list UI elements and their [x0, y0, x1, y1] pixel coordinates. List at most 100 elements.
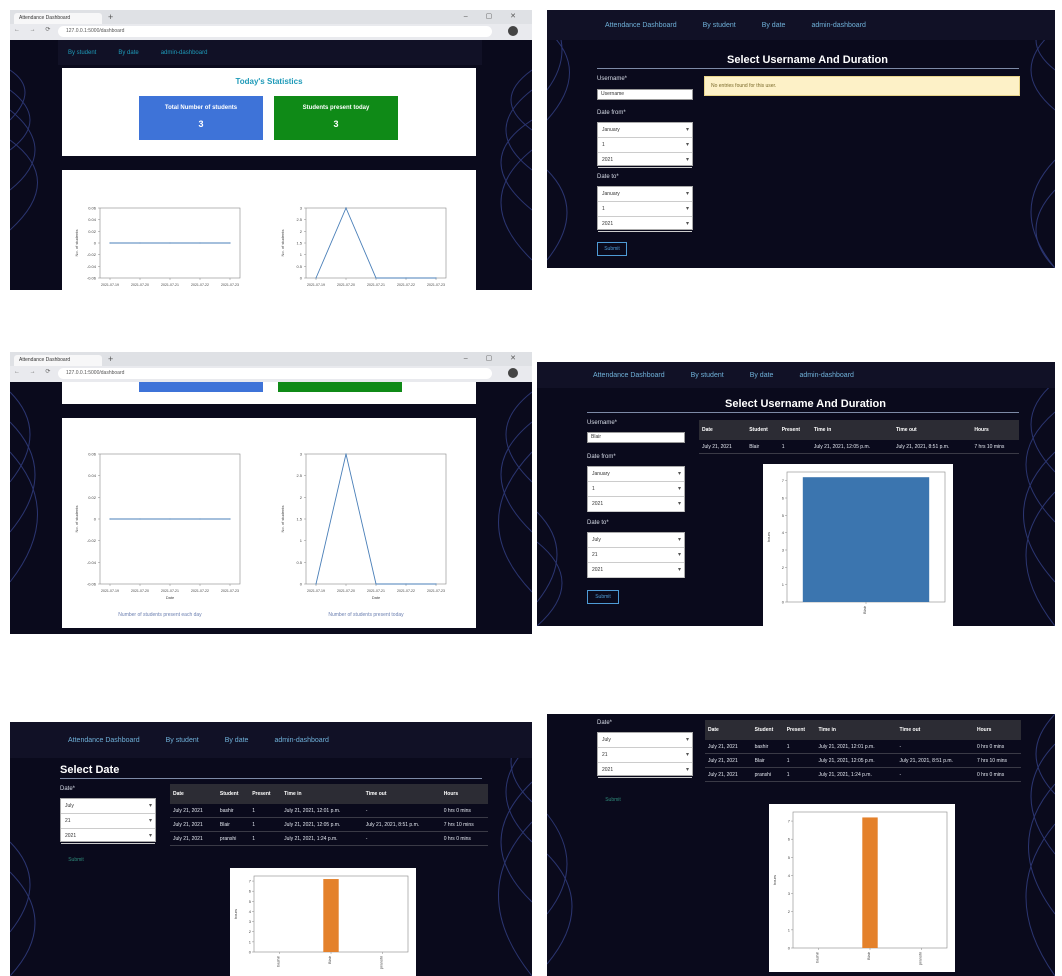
plot-area [305, 207, 447, 279]
table-cell: 0 hrs 0 mins [440, 831, 488, 846]
x-tick-label: 2021-07-22 [397, 589, 415, 593]
table-header-row: Date Student Present Time in Time out Hours [699, 420, 1019, 440]
table-cell: 1 [249, 804, 282, 818]
nav-brand[interactable]: Attendance Dashboard [593, 372, 665, 379]
nav-admin[interactable]: admin-dashboard [161, 50, 208, 56]
data-point [435, 583, 437, 585]
date-select[interactable]: July 21 2021 [60, 798, 156, 844]
nav-brand[interactable]: Attendance Dashboard [605, 22, 677, 29]
panel-dashboard-charts: Attendance Dashboard + – ▢ ✕ ← → ⟳ 127.0… [10, 352, 532, 634]
attendance-table: Date Student Present Time in Time out Hours J… [705, 720, 1021, 782]
username-input[interactable]: Blair [587, 432, 685, 443]
nav-admin[interactable]: admin-dashboard [274, 737, 328, 744]
month-select[interactable]: July [598, 733, 692, 748]
table-cell: July 21, 2021 [705, 767, 752, 782]
table-cell: 1 [249, 831, 282, 846]
data-point [109, 242, 111, 244]
window-controls-icon[interactable]: – ▢ ✕ [464, 12, 524, 20]
table-cell: July 21, 2021, 1:24 p.m. [281, 831, 363, 846]
nav-arrows-icon[interactable]: ← → ⟳ [14, 368, 54, 375]
data-point [229, 242, 231, 244]
data-point [169, 518, 171, 520]
data-point [109, 518, 111, 520]
day-select[interactable]: 1 [598, 202, 692, 217]
day-select[interactable]: 1 [598, 138, 692, 153]
window-controls-icon[interactable]: – ▢ ✕ [464, 354, 524, 362]
table-cell: July 21, 2021, 12:01 p.m. [281, 804, 363, 818]
y-tick-label: 6 [249, 889, 252, 894]
column-header: Hours [971, 420, 1019, 440]
y-tick-label: -0.02 [87, 252, 97, 257]
year-select[interactable]: 2021 [588, 563, 684, 578]
address-bar[interactable]: 127.0.0.1:5000/dashboard [58, 26, 492, 37]
nav-brand[interactable]: Attendance Dashboard [68, 737, 140, 744]
month-select[interactable]: July [588, 533, 684, 548]
y-tick-label: 2 [300, 229, 303, 234]
new-tab-icon[interactable]: + [108, 12, 113, 22]
y-tick-label: 1 [788, 927, 791, 932]
y-tick-label: 3 [300, 206, 303, 211]
nav-by-date[interactable]: By date [225, 737, 249, 744]
x-tick-label: 2021-07-19 [101, 589, 119, 593]
table-cell: July 21, 2021, 12:05 p.m. [810, 440, 893, 454]
y-axis-label: No. of students [280, 506, 285, 533]
date-to-label: Date to* [587, 520, 609, 526]
month-select[interactable]: January [598, 123, 692, 138]
nav-arrows-icon[interactable]: ← → ⟳ [14, 26, 54, 33]
nav-by-student[interactable]: By student [68, 50, 96, 56]
y-tick-label: 0.02 [88, 229, 97, 234]
nav-by-date[interactable]: By date [118, 50, 138, 56]
x-tick-label: 2021-07-21 [161, 283, 179, 287]
y-tick-label: 4 [249, 909, 252, 914]
submit-button[interactable]: Submit [599, 794, 627, 806]
year-select[interactable]: 2021 [588, 497, 684, 512]
nav-by-student[interactable]: By student [166, 737, 199, 744]
nav-by-date[interactable]: By date [762, 22, 786, 29]
x-tick-label: 2021-07-23 [427, 283, 445, 287]
new-tab-icon[interactable]: + [108, 354, 113, 364]
submit-button[interactable]: Submit [587, 590, 619, 604]
nav-admin[interactable]: admin-dashboard [811, 22, 865, 29]
nav-by-student[interactable]: By student [691, 372, 724, 379]
year-select[interactable]: 2021 [598, 153, 692, 168]
day-select[interactable]: 1 [588, 482, 684, 497]
nav-by-date[interactable]: By date [750, 372, 774, 379]
stats-heading: Today's Statistics [235, 77, 303, 86]
date-to-select[interactable]: July 21 2021 [587, 532, 685, 578]
browser-tab[interactable]: Attendance Dashboard [14, 355, 102, 366]
title-divider [597, 68, 1019, 69]
day-select[interactable]: 21 [588, 548, 684, 563]
column-header: Date [705, 720, 752, 740]
table-cell: 0 hrs 0 mins [973, 767, 1021, 782]
year-select[interactable]: 2021 [598, 763, 692, 778]
browser-tab[interactable]: Attendance Dashboard [14, 13, 102, 24]
table-cell: 7 hrs 10 mins [973, 753, 1021, 768]
date-select[interactable]: July 21 2021 [597, 732, 693, 778]
submit-button[interactable]: Submit [62, 854, 90, 866]
profile-avatar[interactable] [508, 26, 518, 36]
month-select[interactable]: January [598, 187, 692, 202]
username-label: Username* [587, 420, 618, 426]
month-select[interactable]: July [61, 799, 155, 814]
nav-admin[interactable]: admin-dashboard [799, 372, 853, 379]
username-input[interactable]: Username [597, 89, 693, 100]
submit-button[interactable]: Submit [597, 242, 627, 256]
x-tick-label: bashir [815, 951, 820, 963]
month-select[interactable]: January [588, 467, 684, 482]
date-to-select[interactable]: January 1 2021 [597, 186, 693, 232]
date-from-select[interactable]: January 1 2021 [587, 466, 685, 512]
panel-dashboard-top: Attendance Dashboard + – ▢ ✕ ← → ⟳ 127.0… [10, 10, 532, 290]
profile-avatar[interactable] [508, 368, 518, 378]
table-cell: July 21, 2021 [170, 831, 217, 846]
data-point [405, 277, 407, 279]
date-from-select[interactable]: January 1 2021 [597, 122, 693, 168]
address-bar[interactable]: 127.0.0.1:5000/dashboard [58, 368, 492, 379]
y-axis-label: No. of students [74, 230, 79, 257]
nav-by-student[interactable]: By student [703, 22, 736, 29]
year-select[interactable]: 2021 [598, 217, 692, 232]
year-select[interactable]: 2021 [61, 829, 155, 844]
day-select[interactable]: 21 [598, 748, 692, 763]
x-tick-label: 2021-07-22 [191, 283, 209, 287]
total-students-label: Total Number of students [164, 105, 238, 111]
day-select[interactable]: 21 [61, 814, 155, 829]
